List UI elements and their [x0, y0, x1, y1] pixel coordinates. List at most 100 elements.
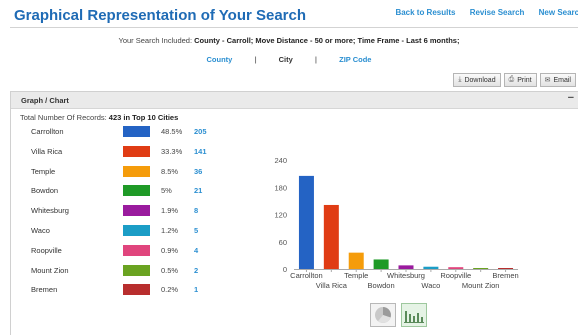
x-tick-label: Mount Zion [462, 281, 500, 290]
bar-chart-icon [404, 311, 424, 323]
city-count-link[interactable]: 2 [194, 266, 198, 275]
city-percent: 0.5% [161, 266, 179, 275]
color-swatch [123, 225, 150, 236]
city-count-link[interactable]: 5 [194, 226, 198, 235]
top-links: Back to Results Revise Search New Search [383, 8, 578, 17]
city-row: Whitesburg 1.9% 8 [31, 205, 271, 217]
bar-chart: 0 60 120 180 240 Carrollton Villa Rica Temple Bo… [270, 150, 530, 300]
x-tick-label: Roopville [440, 271, 471, 280]
city-count-link[interactable]: 8 [194, 206, 198, 215]
city-row: Carrollton 48.5% 205 [31, 126, 271, 138]
city-row: Villa Rica 33.3% 141 [31, 146, 271, 158]
bar-carrollton [298, 175, 314, 269]
action-buttons: ⤓ Download ⎙ Print ✉ Email [453, 73, 576, 87]
total-records: Total Number Of Records: 423 in Top 10 C… [20, 113, 178, 122]
city-percent: 5% [161, 186, 172, 195]
download-icon: ⤓ [458, 76, 462, 83]
color-swatch [123, 146, 150, 157]
new-search-link[interactable]: New Search [539, 8, 578, 17]
bar-temple [348, 252, 364, 269]
city-name: Bremen [31, 285, 58, 294]
tab-county[interactable]: County [197, 55, 243, 64]
city-count-link[interactable]: 1 [194, 285, 198, 294]
color-swatch [123, 126, 150, 137]
city-percent: 33.3% [161, 147, 183, 156]
tab-separator: | [314, 55, 318, 64]
color-swatch [123, 205, 150, 216]
pie-chart-icon [375, 307, 391, 323]
color-swatch [123, 166, 150, 177]
total-value: 423 in Top 10 Cities [108, 113, 179, 122]
color-swatch [123, 185, 150, 196]
x-tick-label: Waco [421, 281, 440, 290]
y-tick-label: 0 [283, 265, 287, 274]
city-name: Carrollton [31, 127, 64, 136]
city-name: Villa Rica [31, 147, 63, 156]
tab-city[interactable]: City [269, 55, 303, 64]
criteria-prefix: Your Search Included: [118, 36, 193, 45]
panel-header: Graph / Chart − [11, 92, 578, 109]
city-count-link[interactable]: 36 [194, 167, 202, 176]
color-swatch [123, 245, 150, 256]
color-swatch [123, 265, 150, 276]
page-title: Graphical Representation of Your Search [14, 7, 307, 24]
pie-chart-button[interactable] [370, 303, 396, 327]
tab-separator: | [254, 55, 257, 64]
tab-zip-code[interactable]: ZIP Code [329, 55, 381, 64]
x-tick-label: Villa Rica [316, 281, 348, 290]
print-label: Print [517, 76, 532, 84]
city-count-link[interactable]: 4 [194, 246, 198, 255]
city-percent: 0.9% [161, 246, 179, 255]
city-count-link[interactable]: 21 [194, 186, 202, 195]
view-tabs: County | City | ZIP Code [0, 55, 578, 64]
revise-search-link[interactable]: Revise Search [470, 8, 525, 17]
x-tick-label: Bremen [492, 271, 518, 280]
city-name: Mount Zion [31, 266, 69, 275]
city-name: Roopville [31, 246, 62, 255]
city-percent: 1.2% [161, 226, 179, 235]
y-tick-label: 240 [274, 156, 287, 165]
city-percent: 0.2% [161, 285, 179, 294]
y-tick-label: 180 [274, 183, 287, 192]
print-icon: ⎙ [508, 76, 515, 83]
city-count-link[interactable]: 141 [194, 147, 207, 156]
title-divider [10, 27, 578, 28]
back-to-results-link[interactable]: Back to Results [395, 8, 455, 17]
bar-waco [423, 266, 439, 269]
city-percent: 1.9% [161, 206, 179, 215]
print-button[interactable]: ⎙ Print [503, 73, 537, 87]
bar-bremen [498, 268, 514, 269]
bar-chart-button[interactable] [401, 303, 427, 327]
x-tick-label: Whitesburg [387, 271, 425, 280]
city-row: Bremen 0.2% 1 [31, 284, 271, 296]
chart-type-toggle [370, 303, 427, 327]
email-button[interactable]: ✉ Email [539, 73, 576, 87]
download-button[interactable]: ⤓ Download [453, 73, 501, 87]
city-name: Waco [31, 226, 50, 235]
city-row: Waco 1.2% 5 [31, 225, 271, 237]
city-name: Temple [31, 167, 56, 176]
download-label: Download [464, 76, 496, 84]
bar-bowdon [373, 259, 389, 269]
city-percent: 8.5% [161, 167, 179, 176]
city-percent: 48.5% [161, 127, 183, 136]
bar-chart-svg: 0 60 120 180 240 CarrolltonVilla RicaTempleBo… [274, 156, 518, 290]
city-count-link[interactable]: 205 [194, 127, 207, 136]
bar-mount-zion [473, 268, 489, 269]
criteria-value: County - Carroll; Move Distance - 50 or … [194, 36, 460, 45]
total-label: Total Number Of Records: [20, 113, 107, 122]
x-tick-label: Bowdon [368, 281, 395, 290]
panel-title: Graph / Chart [21, 96, 69, 105]
email-icon: ✉ [544, 77, 551, 84]
city-row: Roopville 0.9% 4 [31, 245, 271, 257]
collapse-button[interactable]: − [568, 92, 574, 104]
color-swatch [123, 284, 150, 295]
bar-roopville [448, 267, 464, 269]
email-label: Email [553, 76, 571, 84]
search-criteria: Your Search Included: County - Carroll; … [0, 36, 578, 45]
bar-whitesburg [398, 265, 414, 269]
city-row: Mount Zion 0.5% 2 [31, 265, 271, 277]
x-tick-label: Temple [344, 271, 368, 280]
x-tick-label: Carrollton [290, 271, 323, 280]
y-tick-label: 60 [279, 238, 287, 247]
